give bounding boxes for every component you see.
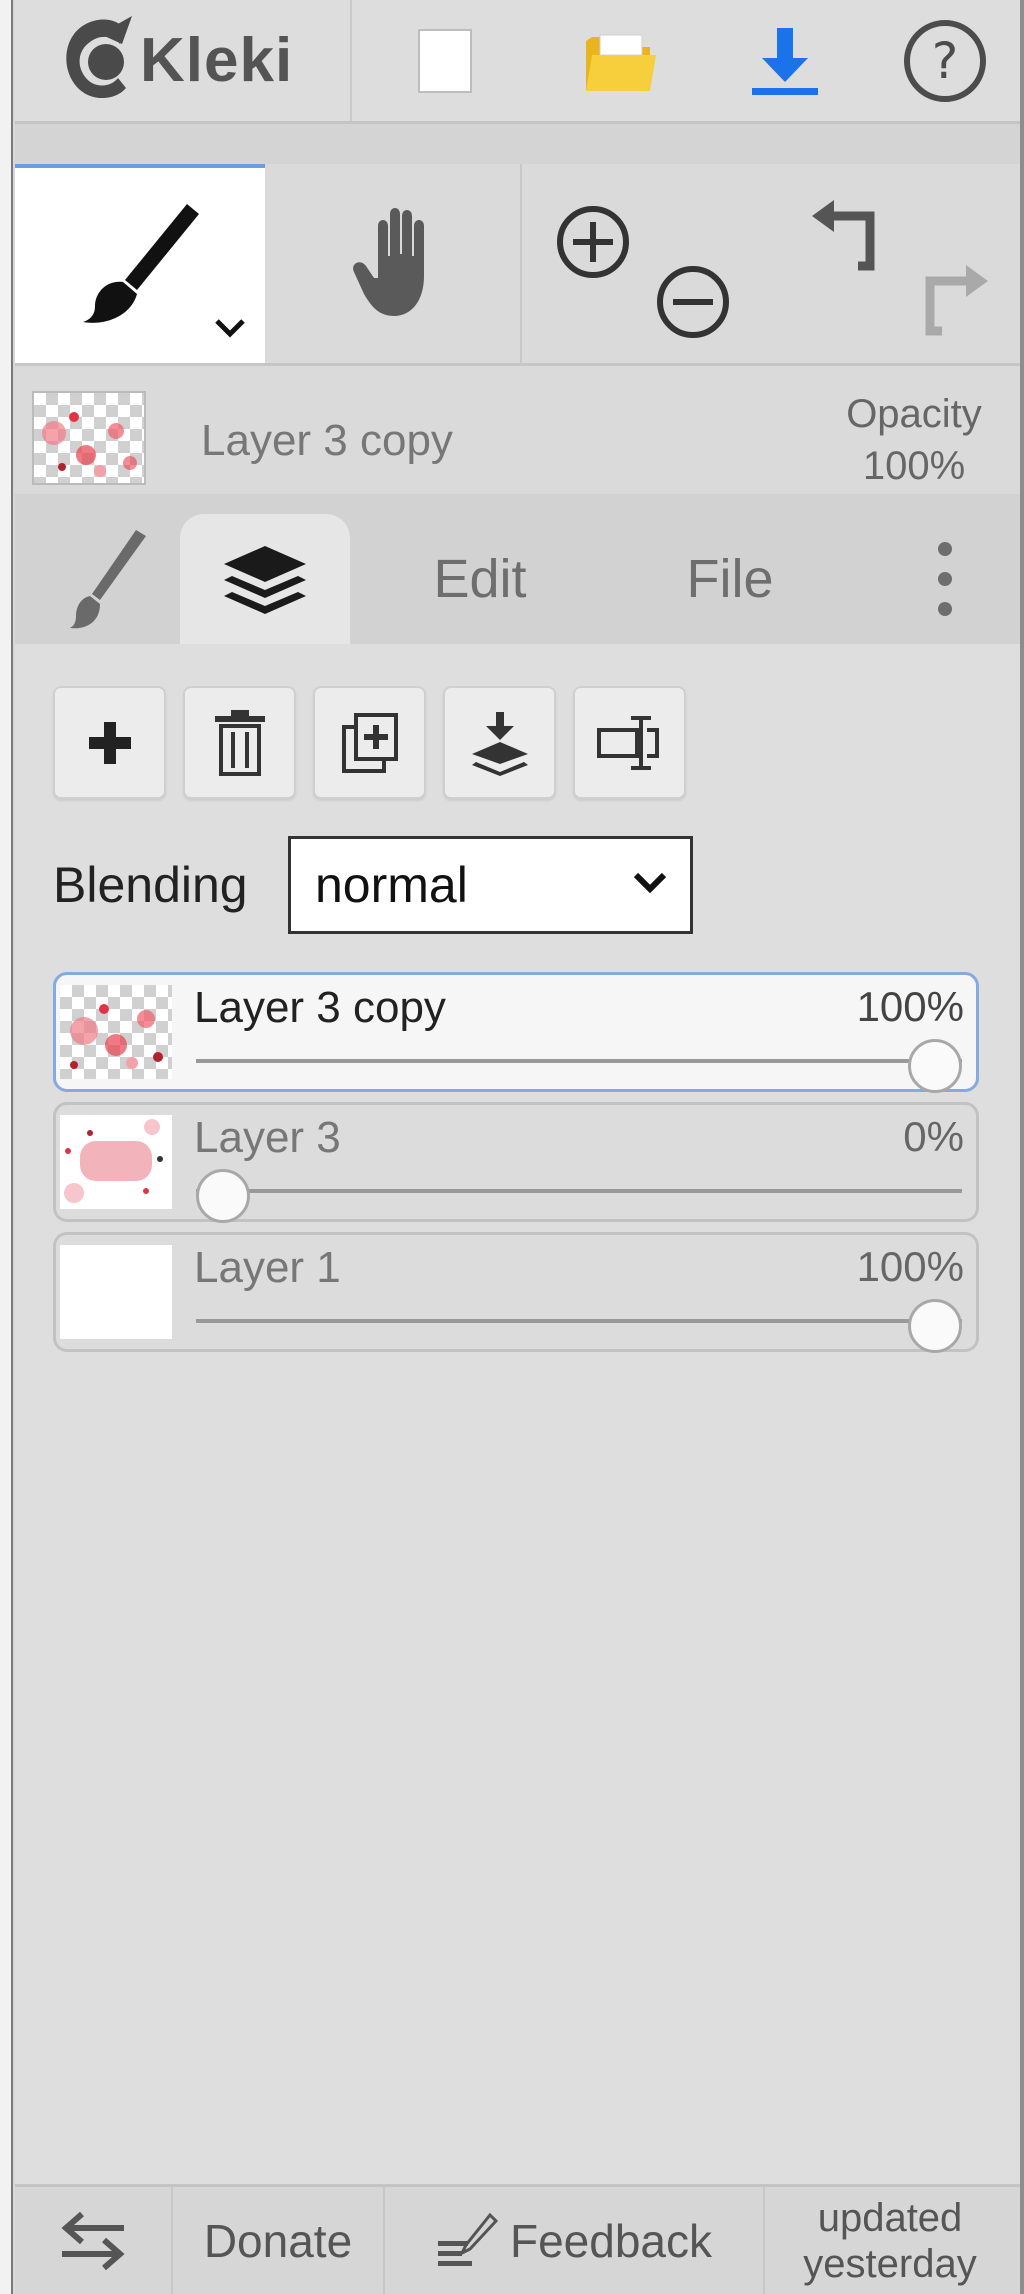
save-image-button[interactable] xyxy=(725,0,845,121)
duplicate-layer-button[interactable] xyxy=(313,686,426,799)
blending-value: normal xyxy=(315,857,468,913)
window-left-edge xyxy=(0,0,13,2294)
layer-opacity: 100% xyxy=(856,1243,964,1290)
kleki-logo-icon xyxy=(66,16,132,99)
layers-panel: Blending normal Layer 3 copy 100% Layer … xyxy=(15,644,1020,2184)
tab-layers[interactable] xyxy=(180,514,350,644)
chevron-down-icon[interactable] xyxy=(213,316,247,340)
layer-name: Layer 3 xyxy=(194,1113,341,1162)
redo-icon[interactable] xyxy=(910,259,990,339)
duplicate-icon xyxy=(341,712,398,773)
layer-opacity: 100% xyxy=(856,983,964,1030)
opacity-slider-track[interactable] xyxy=(196,1319,962,1323)
opacity-label: Opacity xyxy=(846,392,982,436)
panel-tabs: Edit File xyxy=(15,494,1020,644)
help-icon: ? xyxy=(904,19,986,102)
feedback-link[interactable]: Feedback xyxy=(385,2187,763,2294)
layer-item[interactable]: Layer 3 copy 100% xyxy=(53,972,979,1093)
layer-actions xyxy=(53,686,686,799)
rename-layer-button[interactable] xyxy=(573,686,686,799)
layers-icon xyxy=(224,546,306,614)
opacity-slider-track[interactable] xyxy=(196,1189,962,1193)
open-image-button[interactable] xyxy=(555,0,685,121)
chevron-down-icon xyxy=(633,872,667,894)
toolbar-divider xyxy=(350,0,352,121)
tab-file[interactable]: File xyxy=(630,514,830,644)
rename-icon xyxy=(596,715,659,770)
more-vertical-icon xyxy=(938,542,952,616)
opacity-slider-handle[interactable] xyxy=(908,1299,962,1353)
layer-item[interactable]: Layer 3 0% xyxy=(53,1102,979,1223)
top-toolbar: Kleki ? xyxy=(15,0,1020,124)
merge-layer-button[interactable] xyxy=(443,686,556,799)
tool-row xyxy=(15,164,1020,366)
donate-link[interactable]: Donate xyxy=(173,2187,383,2294)
delete-layer-button[interactable] xyxy=(183,686,296,799)
blending-label: Blending xyxy=(53,857,248,913)
current-layer-info: Layer 3 copy Opacity 100% xyxy=(15,366,1020,494)
feedback-label: Feedback xyxy=(509,2214,712,2267)
brush-tool-button[interactable] xyxy=(15,164,265,363)
undo-icon[interactable] xyxy=(810,194,900,278)
hand-tool-button[interactable] xyxy=(277,164,527,363)
window-right-edge xyxy=(1020,0,1024,2294)
updated-line-1: updated xyxy=(817,2195,963,2240)
tool-divider xyxy=(520,164,522,363)
tab-edit[interactable]: Edit xyxy=(380,514,580,644)
layer-opacity: 0% xyxy=(903,1113,964,1160)
brush-icon xyxy=(83,204,199,323)
changelog-link[interactable]: updated yesterday xyxy=(765,2187,1015,2294)
current-layer-opacity: Opacity 100% xyxy=(824,388,1004,492)
layer-thumbnail xyxy=(60,1115,172,1209)
new-image-button[interactable] xyxy=(385,0,505,121)
logo-text: Kleki xyxy=(140,25,294,95)
tab-more[interactable] xyxy=(895,514,995,644)
help-button[interactable]: ? xyxy=(885,0,1005,121)
swap-icon xyxy=(61,2211,125,2270)
current-layer-thumbnail xyxy=(32,391,146,485)
opacity-slider-track[interactable] xyxy=(196,1059,962,1063)
layer-item[interactable]: Layer 1 100% xyxy=(53,1232,979,1353)
merge-down-icon xyxy=(471,711,528,776)
zoom-out-icon[interactable] xyxy=(655,264,731,340)
layer-thumbnail xyxy=(60,985,172,1079)
trash-icon xyxy=(214,709,265,776)
blending-select[interactable]: normal xyxy=(288,836,693,934)
hand-icon xyxy=(353,207,424,316)
opacity-slider-handle[interactable] xyxy=(196,1169,250,1223)
folder-icon xyxy=(586,34,656,91)
layer-name: Layer 3 copy xyxy=(194,983,446,1032)
opacity-value: 100% xyxy=(862,444,966,488)
zoom-in-icon[interactable] xyxy=(555,204,631,280)
svg-text:?: ? xyxy=(932,32,959,90)
opacity-slider-handle[interactable] xyxy=(908,1039,962,1093)
add-layer-button[interactable] xyxy=(53,686,166,799)
new-file-icon xyxy=(418,28,472,93)
brush-icon xyxy=(70,530,146,629)
download-icon xyxy=(752,27,818,95)
tab-brush[interactable] xyxy=(40,514,180,644)
footer-bar: Donate Feedback updated yesterday xyxy=(15,2184,1020,2294)
plus-icon xyxy=(88,721,131,764)
kleki-logo[interactable]: Kleki xyxy=(60,14,293,106)
swap-side-button[interactable] xyxy=(15,2187,171,2294)
layer-thumbnail xyxy=(60,1245,172,1339)
feedback-icon xyxy=(437,2212,498,2266)
layer-name: Layer 1 xyxy=(194,1243,341,1292)
toolbar-spacer xyxy=(15,124,1020,164)
updated-line-2: yesterday xyxy=(803,2241,977,2286)
current-layer-name: Layer 3 copy xyxy=(201,416,453,465)
